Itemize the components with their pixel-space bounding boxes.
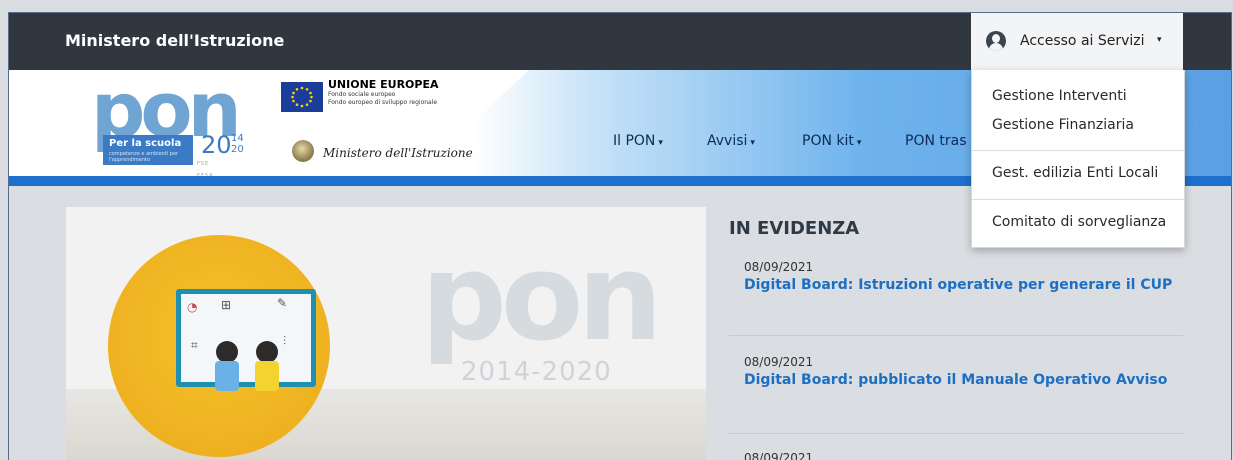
- browser-viewport: Ministero dell'Istruzione Accesso ai Ser…: [8, 12, 1232, 460]
- pon-years-big: 20: [201, 131, 232, 159]
- caret-down-icon: ▾: [750, 138, 755, 148]
- hero-years: 2014-2020: [461, 357, 612, 387]
- menu-divider: [972, 150, 1184, 151]
- nav-item-pon-trasparenza[interactable]: PON tras: [905, 133, 967, 149]
- access-services-dropdown: Gestione Interventi Gestione Finanziaria…: [971, 70, 1185, 248]
- nav-item-il-pon[interactable]: Il PON ▾: [613, 133, 663, 149]
- top-bar: Ministero dell'Istruzione Accesso ai Ser…: [9, 13, 1231, 70]
- site-title-link[interactable]: Ministero dell'Istruzione: [65, 31, 284, 50]
- eu-line-1: Fondo sociale europeo: [328, 91, 396, 98]
- pon-logo-subtext: competenze e ambienti per l'apprendiment…: [109, 151, 179, 163]
- nav-item-label: PON kit: [802, 133, 854, 149]
- hero-pon-word: pon: [421, 229, 663, 368]
- menu-item-comitato-sorveglianza[interactable]: Comitato di sorveglianza: [992, 214, 1166, 230]
- menu-item-gest-edilizia[interactable]: Gest. edilizia Enti Locali: [992, 165, 1158, 181]
- news-date: 08/09/2021: [744, 355, 814, 369]
- diagram-icon: ⊞: [221, 298, 232, 312]
- news-item: 08/09/2021 Digital Board: pubblicato il …: [744, 355, 1167, 388]
- chart-icon: ◔: [187, 300, 198, 314]
- caret-down-icon: ▾: [658, 138, 663, 148]
- child-figure-girl-body: [215, 361, 239, 391]
- news-link[interactable]: Digital Board: pubblicato il Manuale Ope…: [744, 372, 1167, 388]
- child-figure-boy-head: [256, 341, 278, 363]
- news-divider: [729, 433, 1183, 434]
- pon-years-small: 14 20: [231, 133, 244, 155]
- ministero-logo-text: Ministero dell'Istruzione: [323, 146, 473, 160]
- header-white-band: [9, 70, 529, 176]
- child-figure-girl-head: [216, 341, 238, 363]
- nav-item-label: PON tras: [905, 133, 967, 149]
- nav-item-avvisi[interactable]: Avvisi ▾: [707, 133, 755, 149]
- hero-image[interactable]: pon 2014-2020 ◔ ⊞ ✎ ⌗ ⫶: [66, 207, 706, 460]
- nav-item-label: Il PON: [613, 133, 656, 149]
- news-divider: [729, 335, 1183, 336]
- eu-title: UNIONE EUROPEA: [328, 78, 439, 91]
- pon-logo[interactable]: pon Per la scuola competenze e ambienti …: [91, 65, 251, 179]
- access-services-button[interactable]: Accesso ai Servizi ▾: [971, 13, 1183, 70]
- eu-flag-icon: [281, 82, 323, 112]
- nav-item-label: Avvisi: [707, 133, 748, 149]
- child-figure-boy-body: [255, 361, 279, 391]
- caret-down-icon: ▾: [1157, 35, 1162, 45]
- user-icon: [986, 31, 1006, 51]
- in-evidenza-title: IN EVIDENZA: [729, 218, 860, 239]
- eu-line-2: Fondo europeo di sviluppo regionale: [328, 99, 438, 106]
- eu-logo-text: UNIONE EUROPEA Fondo sociale europeo Fon…: [328, 78, 439, 107]
- menu-item-gestione-finanziaria[interactable]: Gestione Finanziaria: [992, 117, 1134, 133]
- caret-down-icon: ▾: [856, 138, 862, 148]
- italian-republic-emblem-icon: [292, 140, 314, 162]
- pon-logo-subtitle-box: Per la scuola competenze e ambienti per …: [103, 135, 193, 165]
- bars-icon: ⫶: [283, 334, 287, 348]
- pon-logo-subtitle: Per la scuola: [109, 138, 182, 149]
- access-services-label: Accesso ai Servizi: [1020, 33, 1145, 49]
- news-date: 08/09/2021: [744, 260, 814, 274]
- digital-board-illustration: ◔ ⊞ ✎ ⌗ ⫶: [176, 289, 316, 387]
- news-link[interactable]: Digital Board: Istruzioni operative per …: [744, 277, 1172, 293]
- graph-icon: ⌗: [191, 338, 198, 352]
- menu-item-gestione-interventi[interactable]: Gestione Interventi: [992, 88, 1127, 104]
- nav-item-pon-kit[interactable]: PON kit ▾: [802, 133, 861, 149]
- news-item: 08/09/2021 Digital Board: Istruzioni ope…: [744, 260, 1172, 293]
- menu-divider: [972, 199, 1184, 200]
- pencil-icon: ✎: [277, 296, 288, 310]
